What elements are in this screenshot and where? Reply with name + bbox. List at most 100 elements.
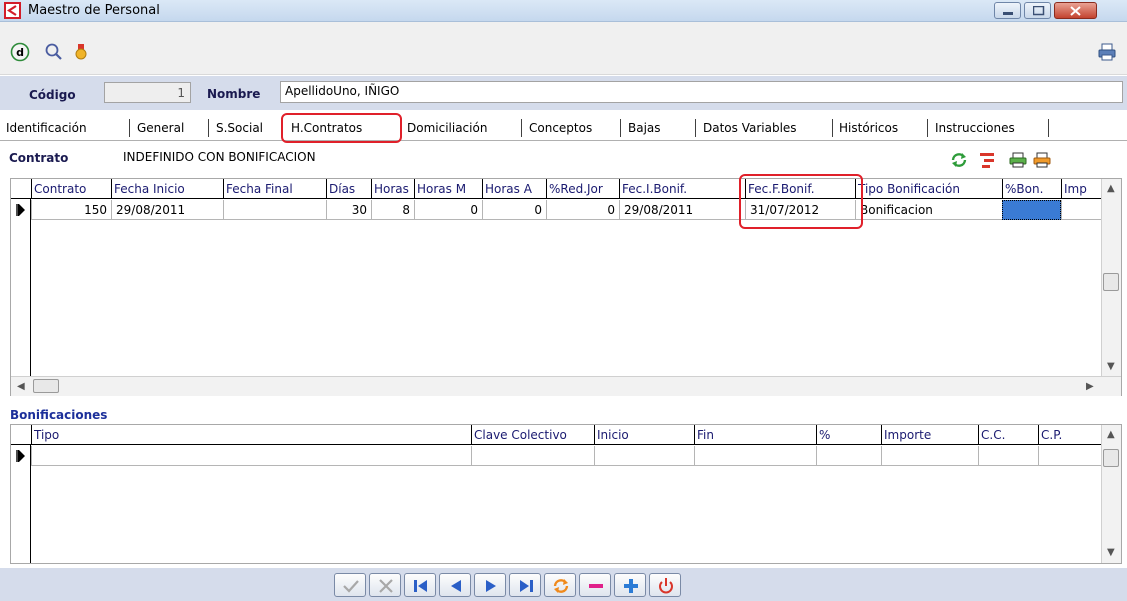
column-header[interactable]: C.C. — [978, 425, 1038, 445]
column-header[interactable]: %Bon. — [1002, 179, 1061, 199]
codigo-field[interactable]: 1 — [104, 82, 191, 103]
table-cell[interactable] — [1038, 446, 1101, 466]
scroll-down-icon[interactable]: ▼ — [1107, 361, 1115, 372]
title-bar: Maestro de Personal — [0, 0, 1127, 22]
tab-datos-variables[interactable]: Datos Variables — [703, 119, 797, 137]
d-circle-icon[interactable]: d — [10, 42, 30, 62]
maximize-button[interactable] — [1024, 2, 1051, 19]
codigo-label: Código — [29, 88, 76, 102]
delete-icon — [589, 584, 603, 588]
first-record-icon — [414, 580, 427, 592]
table-cell[interactable]: 8 — [371, 200, 414, 220]
current-row-indicator-icon — [16, 450, 25, 462]
column-header[interactable]: Horas M — [414, 179, 482, 199]
contrato-line: Contrato INDEFINIDO CON BONIFICACION — [0, 143, 1127, 173]
column-header[interactable]: Imp — [1061, 179, 1101, 199]
medal-icon[interactable] — [71, 42, 91, 62]
table-cell[interactable]: 0 — [482, 200, 546, 220]
scroll-up-icon[interactable]: ▲ — [1107, 429, 1115, 440]
column-header[interactable]: Fec.I.Bonif. — [619, 179, 745, 199]
scroll-thumb[interactable] — [33, 379, 59, 393]
table-cell[interactable]: 29/08/2011 — [111, 200, 223, 220]
table-cell[interactable] — [31, 446, 471, 466]
search-icon[interactable] — [44, 42, 64, 62]
bonificaciones-label: Bonificaciones — [10, 408, 108, 422]
table-cell[interactable]: 0 — [414, 200, 482, 220]
table-cell[interactable]: 29/08/2011 — [619, 200, 745, 220]
column-header[interactable]: Fecha Inicio — [111, 179, 223, 199]
table-cell[interactable]: Bonificacion — [855, 200, 1002, 220]
power-icon — [659, 578, 673, 594]
tab-separator — [927, 119, 928, 137]
selected-cell[interactable] — [1002, 200, 1061, 220]
tab-bajas[interactable]: Bajas — [628, 119, 661, 137]
accept-icon — [343, 580, 359, 593]
table-cell[interactable] — [978, 446, 1038, 466]
window-title: Maestro de Personal — [28, 3, 160, 18]
table-cell[interactable]: 0 — [546, 200, 619, 220]
scroll-left-icon[interactable]: ◀ — [17, 381, 25, 392]
add-button[interactable] — [614, 573, 646, 597]
column-header[interactable]: Importe — [881, 425, 978, 445]
table-cell[interactable] — [1061, 200, 1101, 220]
scroll-down-icon[interactable]: ▼ — [1107, 547, 1115, 558]
column-header[interactable]: Días — [326, 179, 371, 199]
contracts-vertical-scrollbar[interactable]: ▲ ▼ — [1101, 179, 1121, 376]
table-cell[interactable] — [694, 446, 816, 466]
column-header[interactable]: % — [816, 425, 881, 445]
column-header[interactable]: Inicio — [594, 425, 694, 445]
next-record-button[interactable] — [474, 573, 506, 597]
next-record-icon — [486, 580, 496, 592]
tab-historicos[interactable]: Históricos — [839, 119, 898, 137]
cancel-button[interactable] — [369, 573, 401, 597]
table-cell[interactable]: 150 — [31, 200, 111, 220]
scroll-thumb[interactable] — [1103, 449, 1119, 467]
table-cell[interactable] — [223, 200, 326, 220]
column-header[interactable]: Fecha Final — [223, 179, 326, 199]
table-cell[interactable] — [471, 446, 594, 466]
table-cell[interactable]: 30 — [326, 200, 371, 220]
tab-instrucciones[interactable]: Instrucciones — [935, 119, 1015, 137]
scroll-thumb[interactable] — [1103, 273, 1119, 291]
column-header[interactable]: Tipo Bonificación — [855, 179, 1002, 199]
tab-conceptos[interactable]: Conceptos — [529, 119, 592, 137]
minimize-button[interactable] — [994, 2, 1021, 19]
bonificaciones-vertical-scrollbar[interactable]: ▲ ▼ — [1101, 425, 1121, 563]
printer-green-icon[interactable] — [1009, 152, 1027, 168]
column-header[interactable]: Tipo — [31, 425, 471, 445]
tab-ssocial[interactable]: S.Social — [216, 119, 263, 137]
printer-orange-icon[interactable] — [1033, 152, 1051, 168]
first-record-button[interactable] — [404, 573, 436, 597]
tab-identificacion[interactable]: Identificación — [6, 119, 87, 137]
table-cell[interactable] — [594, 446, 694, 466]
scroll-up-icon[interactable]: ▲ — [1107, 183, 1115, 194]
tab-general[interactable]: General — [137, 119, 184, 137]
employee-header: Código 1 Nombre ApellidoUno, IÑIGO — [0, 76, 1127, 110]
exit-button[interactable] — [649, 573, 681, 597]
scroll-right-icon[interactable]: ▶ — [1086, 381, 1094, 392]
column-header[interactable]: Horas A — [482, 179, 546, 199]
delete-button[interactable] — [579, 573, 611, 597]
previous-record-button[interactable] — [439, 573, 471, 597]
svg-text:d: d — [16, 46, 24, 59]
table-cell[interactable] — [816, 446, 881, 466]
column-header[interactable]: Clave Colectivo — [471, 425, 594, 445]
table-cell[interactable] — [881, 446, 978, 466]
filter-icon[interactable] — [978, 152, 996, 168]
contracts-horizontal-scrollbar[interactable]: ◀ ▶ — [11, 376, 1121, 396]
column-header[interactable]: Horas — [371, 179, 414, 199]
accept-button[interactable] — [334, 573, 366, 597]
tab-domiciliacion[interactable]: Domiciliación — [407, 119, 487, 137]
printer-icon[interactable] — [1097, 42, 1117, 62]
column-header[interactable]: Contrato — [31, 179, 111, 199]
refresh-button[interactable] — [544, 573, 576, 597]
column-header[interactable]: Fin — [694, 425, 816, 445]
column-header[interactable]: %Red.Jor — [546, 179, 619, 199]
column-header[interactable]: C.P. — [1038, 425, 1101, 445]
close-button[interactable] — [1054, 2, 1097, 19]
app-logo-icon — [4, 2, 21, 19]
refresh-icon[interactable] — [950, 152, 968, 168]
nombre-field[interactable]: ApellidoUno, IÑIGO — [280, 81, 1123, 103]
navigation-bar — [0, 568, 1127, 601]
last-record-button[interactable] — [509, 573, 541, 597]
